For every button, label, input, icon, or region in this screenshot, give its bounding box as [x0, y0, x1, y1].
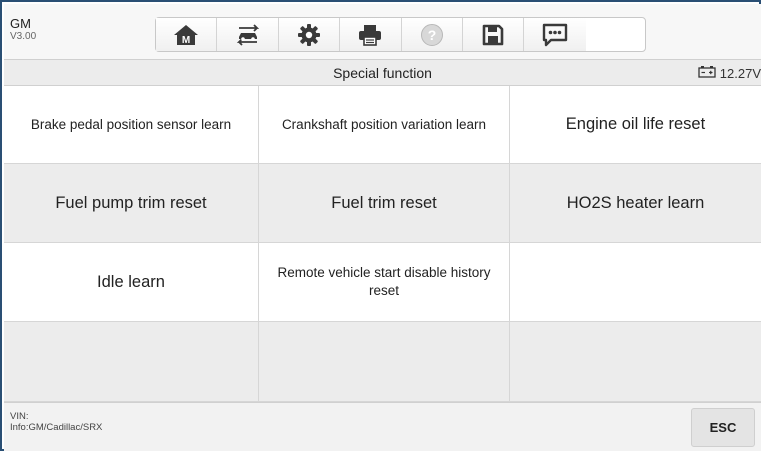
- header-bar: GM V3.00 M ?: [4, 4, 761, 60]
- app-version: V3.00: [10, 31, 37, 42]
- help-icon: ?: [420, 23, 444, 47]
- svg-text:M: M: [182, 35, 190, 46]
- function-button-ho2s-heater[interactable]: HO2S heater learn: [510, 164, 761, 243]
- svg-text:?: ?: [427, 27, 436, 43]
- title-bar: Special function 12.27V: [4, 60, 761, 86]
- save-icon: [482, 24, 504, 46]
- help-button[interactable]: ?: [401, 18, 463, 51]
- function-button-fuel-pump[interactable]: Fuel pump trim reset: [4, 164, 259, 243]
- vehicle-swap-button[interactable]: [217, 18, 279, 51]
- settings-button[interactable]: [278, 18, 341, 51]
- save-button[interactable]: [462, 18, 525, 51]
- message-icon: [542, 23, 568, 47]
- app-window: GM V3.00 M ? Special function 12.27V Bra…: [0, 0, 761, 451]
- battery-status: 12.27V: [698, 60, 761, 86]
- function-button-idle-learn[interactable]: Idle learn: [4, 243, 259, 322]
- function-button-brake-pedal[interactable]: Brake pedal position sensor learn: [4, 86, 259, 164]
- app-title: GM: [10, 16, 31, 31]
- battery-icon: [698, 65, 716, 81]
- vehicle-swap-icon: [234, 23, 262, 46]
- vehicle-info: Info:GM/Cadillac/SRX: [10, 422, 103, 433]
- toolbar: M ?: [155, 17, 646, 52]
- page-title: Special function: [333, 65, 432, 81]
- battery-voltage: 12.27V: [719, 65, 761, 81]
- esc-button[interactable]: ESC: [691, 408, 755, 447]
- message-button[interactable]: [524, 18, 586, 51]
- home-icon: M: [173, 24, 199, 46]
- footer-bar: VIN: Info:GM/Cadillac/SRX ESC: [4, 402, 761, 451]
- gear-icon: [297, 23, 321, 47]
- function-grid: Brake pedal position sensor learn Cranks…: [4, 86, 761, 402]
- function-button-empty: [510, 243, 761, 322]
- function-button-empty: [4, 322, 259, 402]
- function-button-empty: [259, 322, 510, 402]
- printer-icon: [357, 24, 383, 46]
- print-button[interactable]: [340, 18, 402, 51]
- function-button-empty: [510, 322, 761, 402]
- function-button-remote-start[interactable]: Remote vehicle start disable history res…: [259, 243, 510, 322]
- home-button[interactable]: M: [156, 18, 218, 51]
- function-button-engine-oil[interactable]: Engine oil life reset: [510, 86, 761, 164]
- function-button-crankshaft[interactable]: Crankshaft position variation learn: [259, 86, 510, 164]
- function-button-fuel-trim[interactable]: Fuel trim reset: [259, 164, 510, 243]
